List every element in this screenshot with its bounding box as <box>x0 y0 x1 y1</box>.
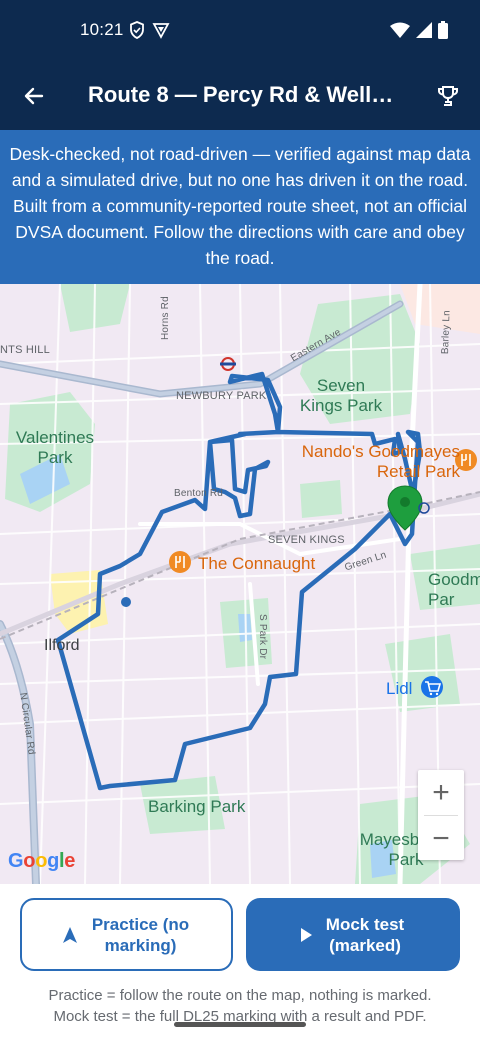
map-label: Goodm Par <box>428 570 480 609</box>
mock-test-button[interactable]: Mock test (marked) <box>246 898 460 971</box>
map-label: Barley Ln <box>440 309 453 355</box>
zoom-out-button[interactable]: − <box>418 816 464 861</box>
map-label: The Connaught <box>198 554 316 573</box>
app-bar: Route 8 — Percy Rd & Well… <box>0 62 480 130</box>
route-map[interactable]: NTS HILL Horns Rd Eastern Ave Barley Ln … <box>0 284 480 884</box>
map-label: Benton Rd <box>174 488 224 499</box>
vpn-icon <box>152 21 170 44</box>
signal-icon <box>416 22 432 43</box>
back-button[interactable] <box>18 80 50 112</box>
practice-button[interactable]: Practice (no marking) <box>20 898 233 971</box>
map-label: S Park Dr <box>257 614 268 660</box>
map-label: Ilford <box>44 637 80 654</box>
map-label: Barking Park <box>148 797 246 816</box>
trophy-button[interactable] <box>432 80 464 112</box>
shield-icon <box>130 21 144 44</box>
restaurant-icon[interactable] <box>169 551 191 573</box>
status-time: 10:21 <box>80 20 124 39</box>
page-title: Route 8 — Percy Rd & Well… <box>88 82 394 107</box>
map-label: Nando's Goodmayes Retail Park <box>301 442 460 481</box>
map-label: SEVEN KINGS <box>268 534 345 546</box>
play-icon <box>298 927 314 942</box>
map-label: NTS HILL <box>0 344 50 356</box>
status-bar: 10:21 <box>0 0 480 62</box>
shopping-cart-icon[interactable] <box>421 676 443 698</box>
mock-test-label: Mock test (marked) <box>325 914 405 955</box>
practice-label: Practice (no marking) <box>91 914 190 955</box>
home-indicator[interactable] <box>174 1022 306 1027</box>
station-icon <box>220 357 236 371</box>
map-canvas[interactable] <box>0 284 480 884</box>
map-label: NEWBURY PARK <box>176 390 267 402</box>
arrow-left-icon <box>24 87 44 105</box>
map-label: Valentines Park <box>15 428 95 467</box>
trophy-icon <box>438 86 458 106</box>
zoom-in-button[interactable]: + <box>418 770 464 815</box>
zoom-controls: + − <box>418 770 464 860</box>
battery-icon <box>438 21 448 44</box>
footnote: Practice = follow the route on the map, … <box>0 985 480 1027</box>
google-logo: Google <box>8 850 76 872</box>
map-label: Horns Rd <box>160 296 171 340</box>
route-end-marker <box>121 597 131 607</box>
map-label: Seven Kings Park <box>299 376 383 415</box>
navigation-arrow-icon <box>62 926 78 943</box>
footnote-line-1: Practice = follow the route on the map, … <box>48 987 432 1004</box>
disclaimer-banner: Desk-checked, not road-driven — verified… <box>0 130 480 284</box>
wifi-icon <box>390 22 410 43</box>
map-label: Lidl <box>386 679 413 698</box>
bottom-actions: Practice (no marking) Mock test (marked)… <box>0 884 480 1040</box>
screen: 10:21 Route 8 — Percy Rd & Well… Desk-ch… <box>0 0 480 1040</box>
